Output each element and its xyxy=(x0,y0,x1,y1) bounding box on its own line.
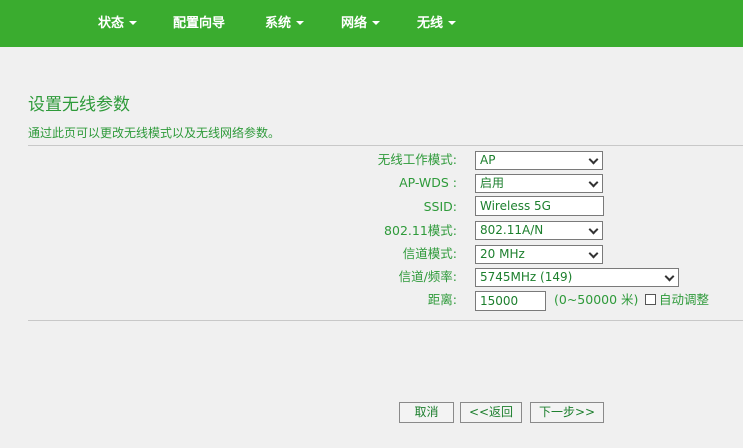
chevron-down-icon xyxy=(664,271,675,282)
nav-item-label: 系统 xyxy=(265,16,292,31)
distance-label: 距离: xyxy=(427,292,457,307)
nav-item-setup-wizard[interactable]: 配置向导 xyxy=(173,0,225,47)
distance-value: 15000 xyxy=(480,294,519,308)
ssid-value: Wireless 5G xyxy=(480,199,551,213)
caret-down-icon xyxy=(129,20,138,25)
auto-adjust-label: 自动调整 xyxy=(659,292,710,307)
ap-wds-label: AP-WDS : xyxy=(399,175,457,190)
chevron-down-icon xyxy=(588,154,599,165)
nav-item-network[interactable]: 网络 xyxy=(341,0,381,47)
channel-mode-label: 信道模式: xyxy=(402,246,457,261)
channel-freq-label: 信道/频率: xyxy=(398,269,457,284)
nav-item-wireless[interactable]: 无线 xyxy=(417,0,457,47)
top-divider xyxy=(28,145,743,146)
channel-freq-select[interactable]: 5745MHz (149) xyxy=(475,268,679,287)
back-button[interactable]: <<返回 xyxy=(460,402,522,423)
nav-item-label: 网络 xyxy=(341,16,368,31)
channel-mode-select[interactable]: 20 MHz xyxy=(475,245,603,264)
caret-down-icon xyxy=(296,20,305,25)
nav-item-label: 配置向导 xyxy=(173,16,226,31)
next-button[interactable]: 下一步>> xyxy=(530,402,604,423)
page-title: 设置无线参数 xyxy=(28,95,130,115)
channel-mode-value: 20 MHz xyxy=(480,247,525,261)
ap-wds-select[interactable]: 启用 xyxy=(475,174,603,193)
distance-input[interactable]: 15000 xyxy=(475,291,546,311)
mode-80211-label: 802.11模式: xyxy=(384,223,457,238)
page-description: 通过此页可以更改无线模式以及无线网络参数。 xyxy=(28,126,281,140)
nav-item-status[interactable]: 状态 xyxy=(98,0,138,47)
top-nav-bar: 状态 配置向导 系统 网络 无线 xyxy=(0,0,743,47)
ssid-label: SSID: xyxy=(423,199,457,214)
cancel-button[interactable]: 取消 xyxy=(399,402,454,423)
nav-item-label: 状态 xyxy=(98,16,125,31)
chevron-down-icon xyxy=(588,224,599,235)
auto-adjust-checkbox[interactable] xyxy=(645,294,656,305)
bottom-divider xyxy=(28,320,743,321)
wireless-mode-select[interactable]: AP xyxy=(475,151,603,170)
mode-80211-select[interactable]: 802.11A/N xyxy=(475,221,603,240)
nav-item-system[interactable]: 系统 xyxy=(265,0,305,47)
caret-down-icon xyxy=(372,20,381,25)
nav-item-label: 无线 xyxy=(417,16,444,31)
wireless-mode-label: 无线工作模式: xyxy=(377,152,457,167)
channel-freq-value: 5745MHz (149) xyxy=(480,270,573,284)
distance-range-note: (0~50000 米) xyxy=(554,292,639,307)
mode-80211-value: 802.11A/N xyxy=(480,223,544,237)
wireless-mode-value: AP xyxy=(480,153,496,167)
ssid-input[interactable]: Wireless 5G xyxy=(475,196,604,216)
chevron-down-icon xyxy=(588,177,599,188)
ap-wds-value: 启用 xyxy=(480,176,505,190)
chevron-down-icon xyxy=(588,248,599,259)
caret-down-icon xyxy=(448,20,457,25)
